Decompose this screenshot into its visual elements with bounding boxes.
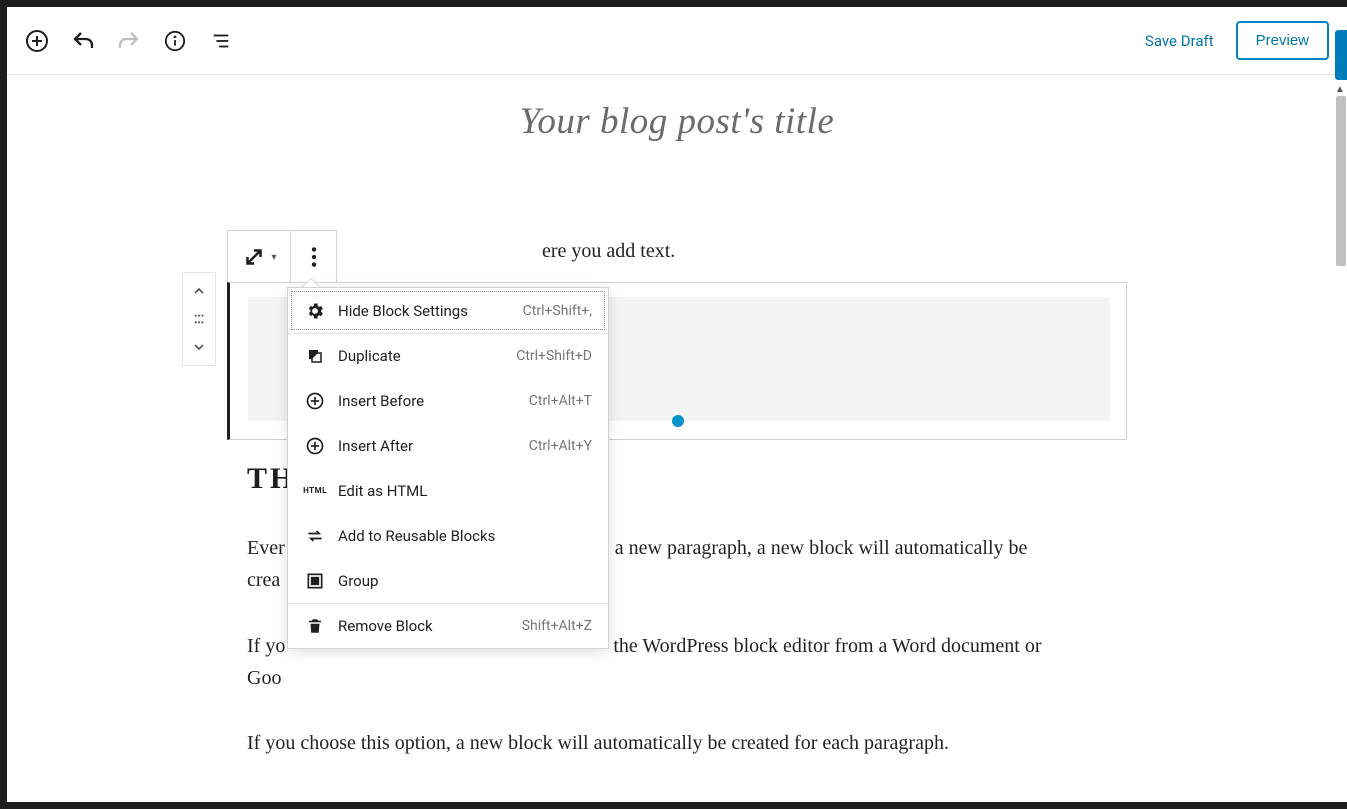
publish-button-sliver[interactable] xyxy=(1335,30,1347,80)
scrollbar-up-arrow[interactable]: ▲ xyxy=(1333,82,1347,96)
para-text: crea xyxy=(247,569,280,591)
menu-item-insert-after[interactable]: Insert After Ctrl+Alt+Y xyxy=(288,423,608,468)
spacer-resize-handle[interactable] xyxy=(672,415,684,427)
menu-item-label: Group xyxy=(338,572,580,590)
menu-shortcut: Ctrl+Shift+, xyxy=(523,303,592,319)
para-text: Goo xyxy=(247,667,281,689)
add-block-button[interactable] xyxy=(25,29,49,53)
menu-item-label: Duplicate xyxy=(338,347,504,365)
menu-item-duplicate[interactable]: Duplicate Ctrl+Shift+D xyxy=(288,333,608,378)
para-text: a new paragraph, a new block will automa… xyxy=(615,537,1028,559)
insert-before-icon xyxy=(304,391,326,411)
menu-shortcut: Ctrl+Shift+D xyxy=(516,348,592,364)
menu-shortcut: Shift+Alt+Z xyxy=(522,618,592,634)
menu-item-group[interactable]: Group xyxy=(288,558,608,603)
menu-item-label: Hide Block Settings xyxy=(338,302,511,320)
menu-item-label: Add to Reusable Blocks xyxy=(338,527,580,545)
reusable-icon xyxy=(304,526,326,546)
outline-button[interactable] xyxy=(209,29,233,53)
menu-item-remove-block[interactable]: Remove Block Shift+Alt+Z xyxy=(288,603,608,648)
block-options-menu: Hide Block Settings Ctrl+Shift+, Duplica… xyxy=(287,287,609,649)
preview-button[interactable]: Preview xyxy=(1236,21,1329,60)
block-type-switcher[interactable]: ▾ xyxy=(228,231,291,283)
block-toolbar: ▾ xyxy=(227,230,337,284)
menu-item-label: Insert Before xyxy=(338,392,517,410)
para-text: If yo xyxy=(247,635,285,657)
duplicate-icon xyxy=(304,347,326,365)
para-text: Ever xyxy=(247,537,285,559)
menu-shortcut: Ctrl+Alt+T xyxy=(529,393,592,409)
menu-item-label: Insert After xyxy=(338,437,517,455)
menu-item-label: Remove Block xyxy=(338,617,510,635)
menu-item-hide-block-settings[interactable]: Hide Block Settings Ctrl+Shift+, xyxy=(288,288,608,333)
menu-item-label: Edit as HTML xyxy=(338,482,580,500)
insert-after-icon xyxy=(304,436,326,456)
more-options-button[interactable] xyxy=(291,231,336,283)
scrollbar-thumb[interactable] xyxy=(1336,96,1346,266)
editor-canvas: ▲ Your blog post's title ere you add tex… xyxy=(7,82,1347,802)
move-down-button[interactable] xyxy=(191,333,207,361)
html-icon: HTML xyxy=(304,486,326,495)
chevron-down-icon: ▾ xyxy=(271,252,276,263)
info-button[interactable] xyxy=(163,29,187,53)
undo-button[interactable] xyxy=(71,29,95,53)
gear-icon xyxy=(304,301,326,321)
editor-top-toolbar: Save Draft Preview xyxy=(7,7,1347,75)
menu-item-add-reusable[interactable]: Add to Reusable Blocks xyxy=(288,513,608,558)
paragraph-3: If you choose this option, a new block w… xyxy=(247,727,1107,759)
block-movers xyxy=(182,272,216,366)
group-icon xyxy=(304,571,326,591)
menu-shortcut: Ctrl+Alt+Y xyxy=(529,438,592,454)
trash-icon xyxy=(304,617,326,635)
redo-button[interactable] xyxy=(117,29,141,53)
save-draft-button[interactable]: Save Draft xyxy=(1145,32,1214,50)
menu-item-edit-as-html[interactable]: HTML Edit as HTML xyxy=(288,468,608,513)
para-text: the WordPress block editor from a Word d… xyxy=(613,635,1041,657)
paragraph-text-fragment: ere you add text. xyxy=(542,240,675,263)
move-up-button[interactable] xyxy=(191,277,207,305)
post-title-input[interactable]: Your blog post's title xyxy=(227,100,1127,143)
drag-handle[interactable] xyxy=(191,305,207,333)
menu-item-insert-before[interactable]: Insert Before Ctrl+Alt+T xyxy=(288,378,608,423)
